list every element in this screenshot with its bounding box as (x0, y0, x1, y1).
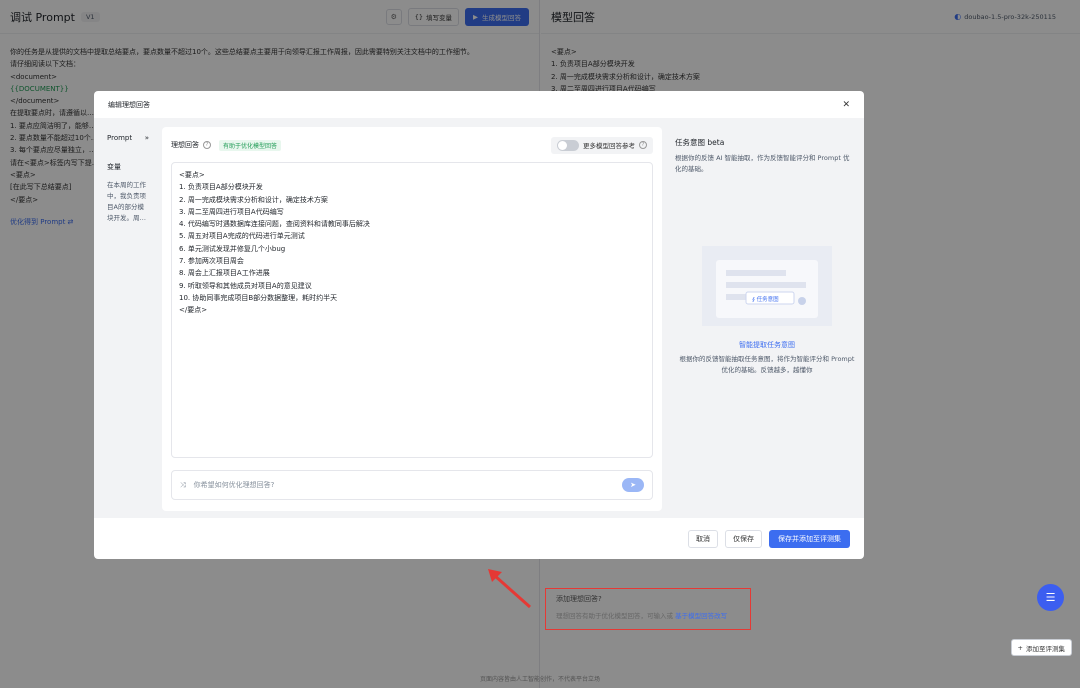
illustration-chip-text: ∮ 任务意图 (752, 295, 779, 303)
add-ideal-desc: 理想回答有助于优化模型回答，可输入或 基于模型回答改写 (556, 610, 740, 620)
double-chevron-right-icon: » (144, 134, 149, 142)
answer-line: 5. 周五对项目A完成的代码进行单元测试 (179, 232, 305, 241)
optimize-answer-placeholder: 你希望如何优化理想回答? (193, 481, 275, 489)
answer-line: 9. 听取领导和其他成员对项目A的意见建议 (179, 281, 312, 290)
modal-title: 编辑理想回答 (108, 100, 150, 109)
annotation-arrow (488, 569, 531, 609)
save-and-add-button[interactable]: 保存并添加至评测集 (769, 529, 850, 548)
editor-header: 理想回答 ? 有助于优化模型回答 更多模型回答参考 ? (171, 136, 653, 154)
answer-line: 2. 周一完成模块需求分析和设计，确定技术方案 (179, 195, 328, 204)
extract-task-intent-link[interactable]: 智能提取任务意图 (670, 340, 864, 350)
answer-line: 4. 代码编写时遇数据库连接问题，查阅资料和请教同事后解决 (179, 220, 370, 229)
modal-body: Prompt » 变量 在本周的工作中，我负责项目A的部分模块开发。周… 理想回… (94, 118, 864, 518)
side-variable-value: 在本周的工作中，我负责项目A的部分模块开发。周… (107, 181, 146, 222)
more-answers-reference: 更多模型回答参考 ? (551, 136, 653, 154)
edit-ideal-answer-modal: 编辑理想回答 ✕ Prompt » 变量 在本周的工作中，我负责项目A的部分模块… (94, 91, 864, 559)
answer-line: 6. 单元测试发现并修复几个小bug (179, 244, 286, 253)
optimize-answer-input[interactable]: ⤨ 你希望如何优化理想回答? ➤ (171, 470, 653, 500)
modal-footer: 取消 仅保存 保存并添加至评测集 (94, 518, 864, 559)
more-answers-label: 更多模型回答参考 (583, 142, 635, 150)
side-variables-label: 变量 (107, 163, 121, 171)
ideal-answer-title: 理想回答 (171, 141, 199, 149)
answer-line: <要点> (179, 171, 205, 179)
task-intent-illustration: ∮ 任务意图 (702, 246, 832, 326)
answer-line: 1. 负责项目A部分模块开发 (179, 183, 263, 192)
task-intent-subtext: 根据你的反馈智能抽取任务意图，将作为智能评分和 Prompt 优化的基础。反馈越… (679, 355, 855, 374)
modal-header: 编辑理想回答 ✕ (94, 91, 864, 118)
more-answers-toggle[interactable] (557, 139, 579, 151)
add-ideal-title: 添加理想回答? (556, 595, 602, 603)
save-only-button[interactable]: 仅保存 (725, 529, 762, 548)
help-icon[interactable]: ? (203, 141, 211, 149)
answer-line: 7. 参加两次项目周会 (179, 257, 244, 266)
magic-wand-icon: ⤨ (180, 480, 186, 489)
cancel-button[interactable]: 取消 (688, 529, 718, 548)
task-intent-desc: 根据你的反馈 AI 智能抽取，作为反馈智能评分和 Prompt 优化的基础。 (675, 154, 850, 173)
add-to-eval-set-label: 添加至评测集 (1026, 644, 1065, 653)
rewrite-from-model-link[interactable]: 基于模型回答改写 (675, 612, 727, 620)
answer-line: 10. 协助同事完成项目B部分数据整理，耗时约半天 (179, 293, 338, 302)
send-icon[interactable]: ➤ (622, 478, 644, 492)
plus-icon: + (1017, 643, 1023, 652)
chat-assistant-icon[interactable]: ☰ (1037, 584, 1064, 611)
task-intent-title: 任务意图 beta (675, 138, 725, 147)
task-intent-panel: 任务意图 beta 根据你的反馈 AI 智能抽取，作为反馈智能评分和 Promp… (670, 118, 864, 518)
ideal-answer-textarea[interactable]: <要点> 1. 负责项目A部分模块开发 2. 周一完成模块需求分析和设计，确定技… (171, 162, 653, 458)
answer-line: 3. 周二至周四进行项目A代码编写 (179, 207, 284, 216)
prompt-side-panel: Prompt » 变量 在本周的工作中，我负责项目A的部分模块开发。周… (94, 118, 162, 518)
close-icon[interactable]: ✕ (842, 100, 850, 110)
ideal-answer-editor-card: 理想回答 ? 有助于优化模型回答 更多模型回答参考 ? <要点> 1. 负责项目… (162, 127, 662, 511)
add-ideal-desc-text: 理想回答有助于优化模型回答，可输入或 (556, 612, 673, 620)
helpful-tag: 有助于优化模型回答 (219, 139, 282, 151)
add-to-eval-set-button[interactable]: + 添加至评测集 (1010, 639, 1072, 656)
answer-line: 8. 周会上汇报项目A工作进展 (179, 269, 270, 278)
answer-line: </要点> (179, 306, 208, 315)
side-prompt-label: Prompt (107, 134, 133, 142)
add-ideal-answer-callout: 添加理想回答? 理想回答有助于优化模型回答，可输入或 基于模型回答改写 (545, 588, 751, 630)
prompt-collapse-toggle[interactable]: Prompt » (107, 134, 149, 142)
help-icon[interactable]: ? (639, 141, 647, 149)
